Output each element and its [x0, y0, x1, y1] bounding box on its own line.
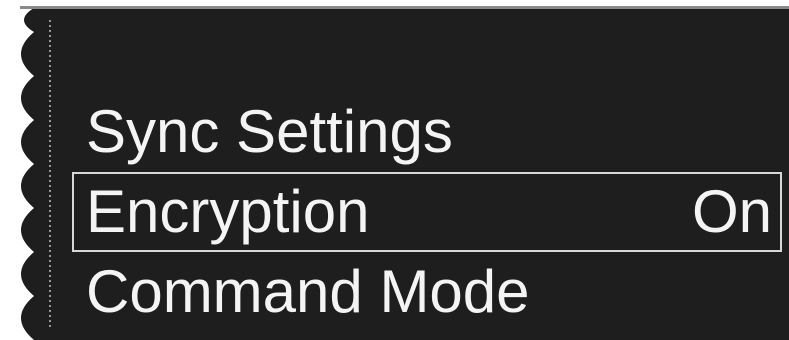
- menu-item-command-mode[interactable]: Command Mode: [72, 252, 782, 332]
- menu-item-label: Sync Settings: [86, 98, 453, 165]
- settings-menu: Sync Settings Encryption On Command Mode: [72, 92, 782, 332]
- menu-item-sync-settings[interactable]: Sync Settings: [72, 92, 782, 172]
- panel-top-border: [20, 6, 789, 9]
- menu-item-encryption[interactable]: Encryption On: [72, 172, 782, 252]
- display-screen: Sync Settings Encryption On Command Mode: [0, 0, 789, 340]
- menu-item-label: Command Mode: [86, 258, 530, 325]
- menu-item-value: On: [691, 178, 772, 245]
- menu-item-label: Encryption: [86, 178, 370, 245]
